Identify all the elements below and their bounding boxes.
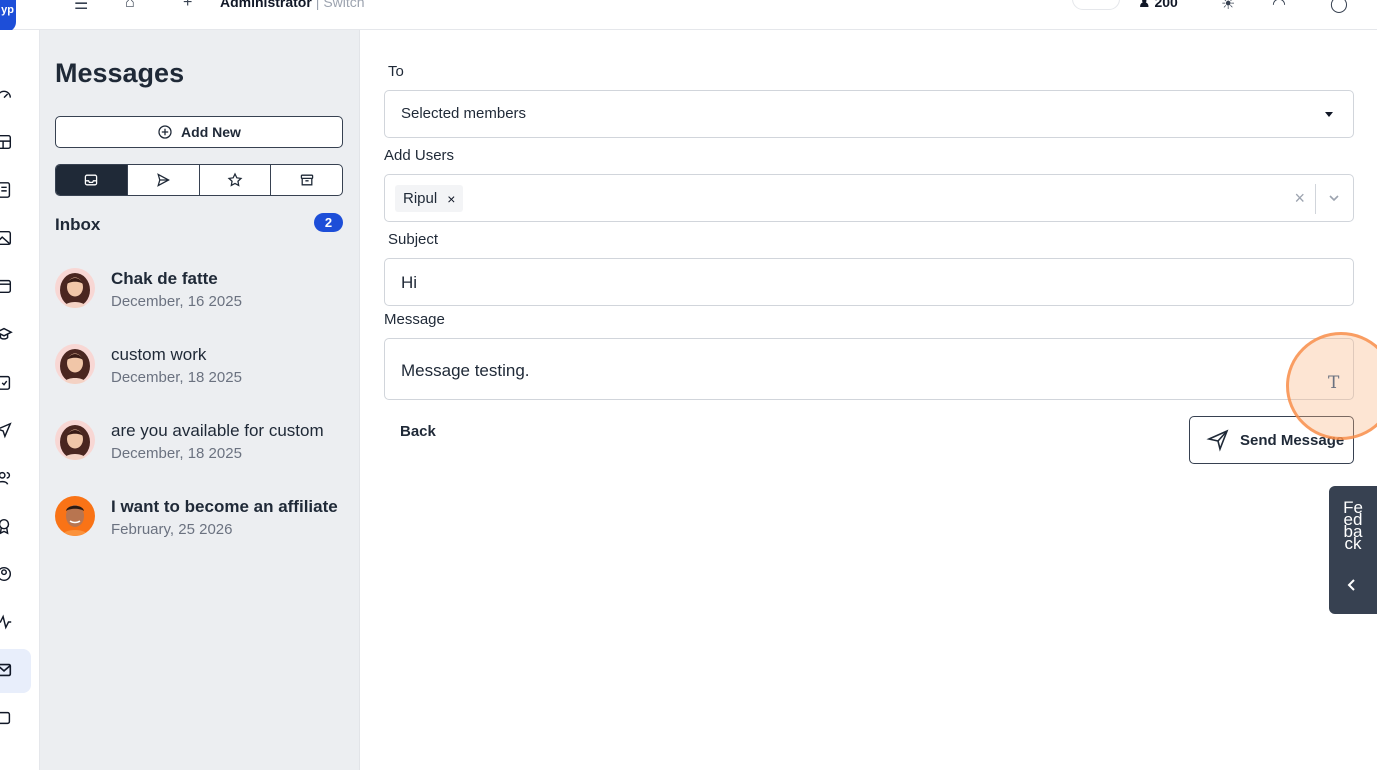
conversation-subject: I want to become an affiliate [111,497,338,516]
clear-icon[interactable]: × [1294,188,1305,209]
add-icon[interactable]: + [183,0,192,12]
home-icon[interactable]: ⌂ [125,0,135,12]
tab-archive[interactable] [271,165,342,195]
chevron-down-icon[interactable] [1327,191,1341,205]
archive-icon [300,174,313,186]
document-icon[interactable] [0,180,14,200]
subject-input[interactable]: Hi [384,258,1354,306]
chat-icon[interactable]: ◯ [1330,0,1348,14]
conversation-date: December, 18 2025 [111,369,242,386]
image-icon[interactable] [0,228,14,248]
unread-count-badge: 2 [314,213,343,232]
points-counter[interactable]: ♟ 200 [1138,0,1178,11]
user-chip-label: Ripul [403,190,438,207]
to-select-value: Selected members [401,105,527,122]
divider [1315,184,1316,214]
text-cursor-icon: T [1328,373,1340,393]
send-icon[interactable] [0,420,14,440]
tab-sent[interactable] [128,165,200,195]
to-label: To [388,63,404,80]
page-title: Messages [55,58,185,88]
user-circle-icon[interactable] [0,564,14,584]
back-button[interactable]: Back [400,423,436,440]
remove-user-icon[interactable]: × [447,191,455,207]
add-new-button[interactable]: Add New [55,116,343,148]
message-textarea[interactable]: Message testing. [384,338,1354,400]
add-users-label: Add Users [384,147,455,164]
users-icon[interactable] [0,468,14,488]
avatar [55,496,95,536]
message-label: Message [384,311,445,328]
conversation-date: December, 18 2025 [111,445,242,462]
send-icon [1206,429,1229,452]
theme-icon[interactable]: ☀ [1221,0,1235,14]
conversation-subject: Chak de fatte [111,269,218,288]
award-icon[interactable] [0,516,14,536]
activity-icon[interactable] [0,612,14,632]
conversation-subject: custom work [111,345,207,364]
mail-icon[interactable] [0,660,14,680]
sidebar [0,30,40,770]
conversation-subject: are you available for custom [111,421,324,440]
switch-link[interactable]: | Switch [316,0,365,10]
box-icon[interactable] [0,708,14,728]
chevron-left-icon [1347,579,1355,591]
tab-inbox[interactable] [56,165,128,195]
avatar [55,344,95,384]
conversation-date: February, 25 2026 [111,521,233,538]
subject-label: Subject [388,231,439,248]
top-bar: yp ☰ ⌂ + Administrator | Switch ♟ 200 ☀ ◠… [0,0,1377,32]
starred-icon [227,172,243,187]
list-item[interactable]: custom work December, 18 2025 [55,344,355,394]
language-toggle[interactable] [1072,0,1120,10]
add-users-select[interactable]: Ripul × × [384,174,1354,222]
list-item[interactable]: are you available for custom December, 1… [55,420,355,470]
menu-icon[interactable]: ☰ [74,0,88,14]
conversation-date: December, 16 2025 [111,293,242,310]
graduation-cap-icon[interactable] [0,324,14,344]
subject-input-value: Hi [401,273,418,292]
message-textarea-value: Message testing. [401,361,530,380]
avatar [55,268,95,308]
notification-icon[interactable]: ◠ [1272,0,1286,14]
plus-circle-icon [158,125,172,139]
sent-icon [157,173,171,187]
feedback-label: Feedback [1343,498,1363,553]
feedback-tab[interactable]: Feedback [1329,486,1377,614]
list-item[interactable]: I want to become an affiliate February, … [55,496,355,546]
inbox-icon [85,174,98,186]
user-chip: Ripul × [395,185,464,212]
list-item[interactable]: Chak de fatte December, 16 2025 [55,268,355,318]
tab-starred[interactable] [200,165,272,195]
layout-icon[interactable] [0,132,14,152]
inbox-heading: Inbox [55,215,101,234]
calendar-icon[interactable] [0,276,14,296]
add-new-label: Add New [181,124,241,140]
avatar [55,420,95,460]
clipboard-icon[interactable] [0,372,14,392]
to-select[interactable]: Selected members [384,90,1354,138]
message-tabs [55,164,343,196]
caret-down-icon [1325,112,1333,117]
logo[interactable]: yp [0,0,16,32]
dashboard-icon[interactable] [0,84,14,104]
user-name: Administrator | Switch [220,0,365,10]
messages-panel: Messages Add New Inbox 2 Chak de fatte D… [40,30,360,770]
